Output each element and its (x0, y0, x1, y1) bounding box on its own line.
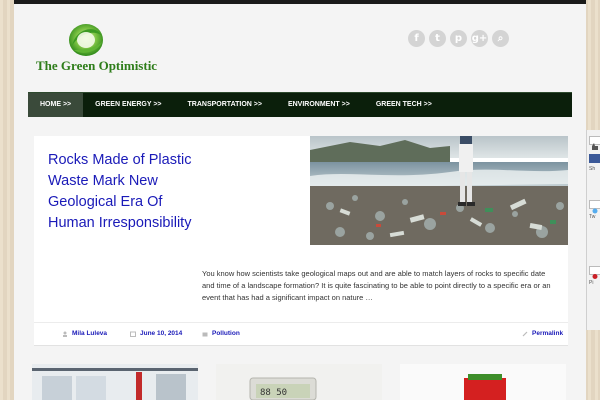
post-author[interactable]: Mila Luleva (62, 330, 107, 337)
featured-post-title[interactable]: Rocks Made of Plastic Waste Mark New Geo… (48, 150, 198, 234)
thermostat-image: 88 50 (216, 364, 382, 400)
post-thumbnail-3[interactable] (400, 364, 566, 400)
author-icon (63, 331, 67, 337)
pin-label: Pi (589, 280, 594, 286)
twitter-share-button[interactable] (589, 200, 600, 214)
page: The Green Optimistic f t p g+ ⌕ HOME >> … (14, 0, 586, 400)
nav-item-green-tech[interactable]: GREEN TECH >> (362, 93, 444, 117)
pinterest-share-button[interactable] (589, 266, 600, 279)
building-image (32, 364, 198, 400)
post-meta-row: Mila Luleva June 10, 2014 Pollution Perm… (34, 322, 568, 340)
tweet-label: Tw (589, 214, 596, 220)
pinterest-icon[interactable]: p (450, 30, 467, 47)
featured-post-image[interactable] (310, 136, 568, 245)
author-name: Mila Luleva (72, 330, 108, 337)
twitter-bird-icon (592, 208, 598, 214)
folder-icon (202, 332, 208, 336)
nav-item-green-energy[interactable]: GREEN ENERGY >> (83, 93, 173, 117)
pinterest-p-icon (592, 274, 598, 279)
beach-plastic-image (310, 136, 568, 245)
permalink-text: Permalink (532, 330, 564, 337)
category-text: Pollution (212, 330, 240, 337)
nav-item-home[interactable]: HOME >> (28, 93, 84, 117)
share-label: Sh (589, 166, 596, 172)
featured-post-card: Rocks Made of Plastic Waste Mark New Geo… (34, 136, 568, 346)
facebook-icon[interactable]: f (408, 30, 425, 47)
post-date: June 10, 2014 (130, 330, 182, 337)
red-planter-image (400, 364, 566, 400)
post-thumbnail-2[interactable]: 88 50 (216, 364, 382, 400)
share-sidebar: Sh Tw Pi (586, 130, 600, 330)
facebook-share-button[interactable] (589, 154, 600, 163)
post-category[interactable]: Pollution (202, 330, 240, 337)
twitter-icon[interactable]: t (429, 30, 446, 47)
nav-item-environment[interactable]: ENVIRONMENT >> (274, 93, 362, 117)
social-icons: f t p g+ ⌕ (408, 30, 509, 48)
like-button[interactable] (589, 136, 600, 150)
site-name: The Green Optimistic (36, 58, 158, 73)
logo-swirl-icon (69, 24, 103, 56)
main-nav: HOME >> GREEN ENERGY >> TRANSPORTATION >… (28, 92, 572, 117)
permalink-link[interactable]: Permalink (522, 330, 563, 337)
search-icon[interactable]: ⌕ (492, 30, 509, 47)
featured-post-excerpt: You know how scientists take geological … (202, 269, 551, 302)
link-icon (522, 331, 528, 336)
calendar-icon (130, 331, 136, 337)
post-thumbnail-1[interactable] (32, 364, 198, 400)
nav-item-transportation[interactable]: TRANSPORTATION >> (174, 93, 274, 117)
site-logo[interactable]: The Green Optimistic (32, 20, 182, 76)
top-border (14, 0, 586, 4)
google-plus-icon[interactable]: g+ (471, 30, 488, 47)
thumbs-up-icon (592, 143, 598, 150)
svg-text:88 50: 88 50 (260, 388, 287, 398)
date-text: June 10, 2014 (140, 330, 183, 337)
